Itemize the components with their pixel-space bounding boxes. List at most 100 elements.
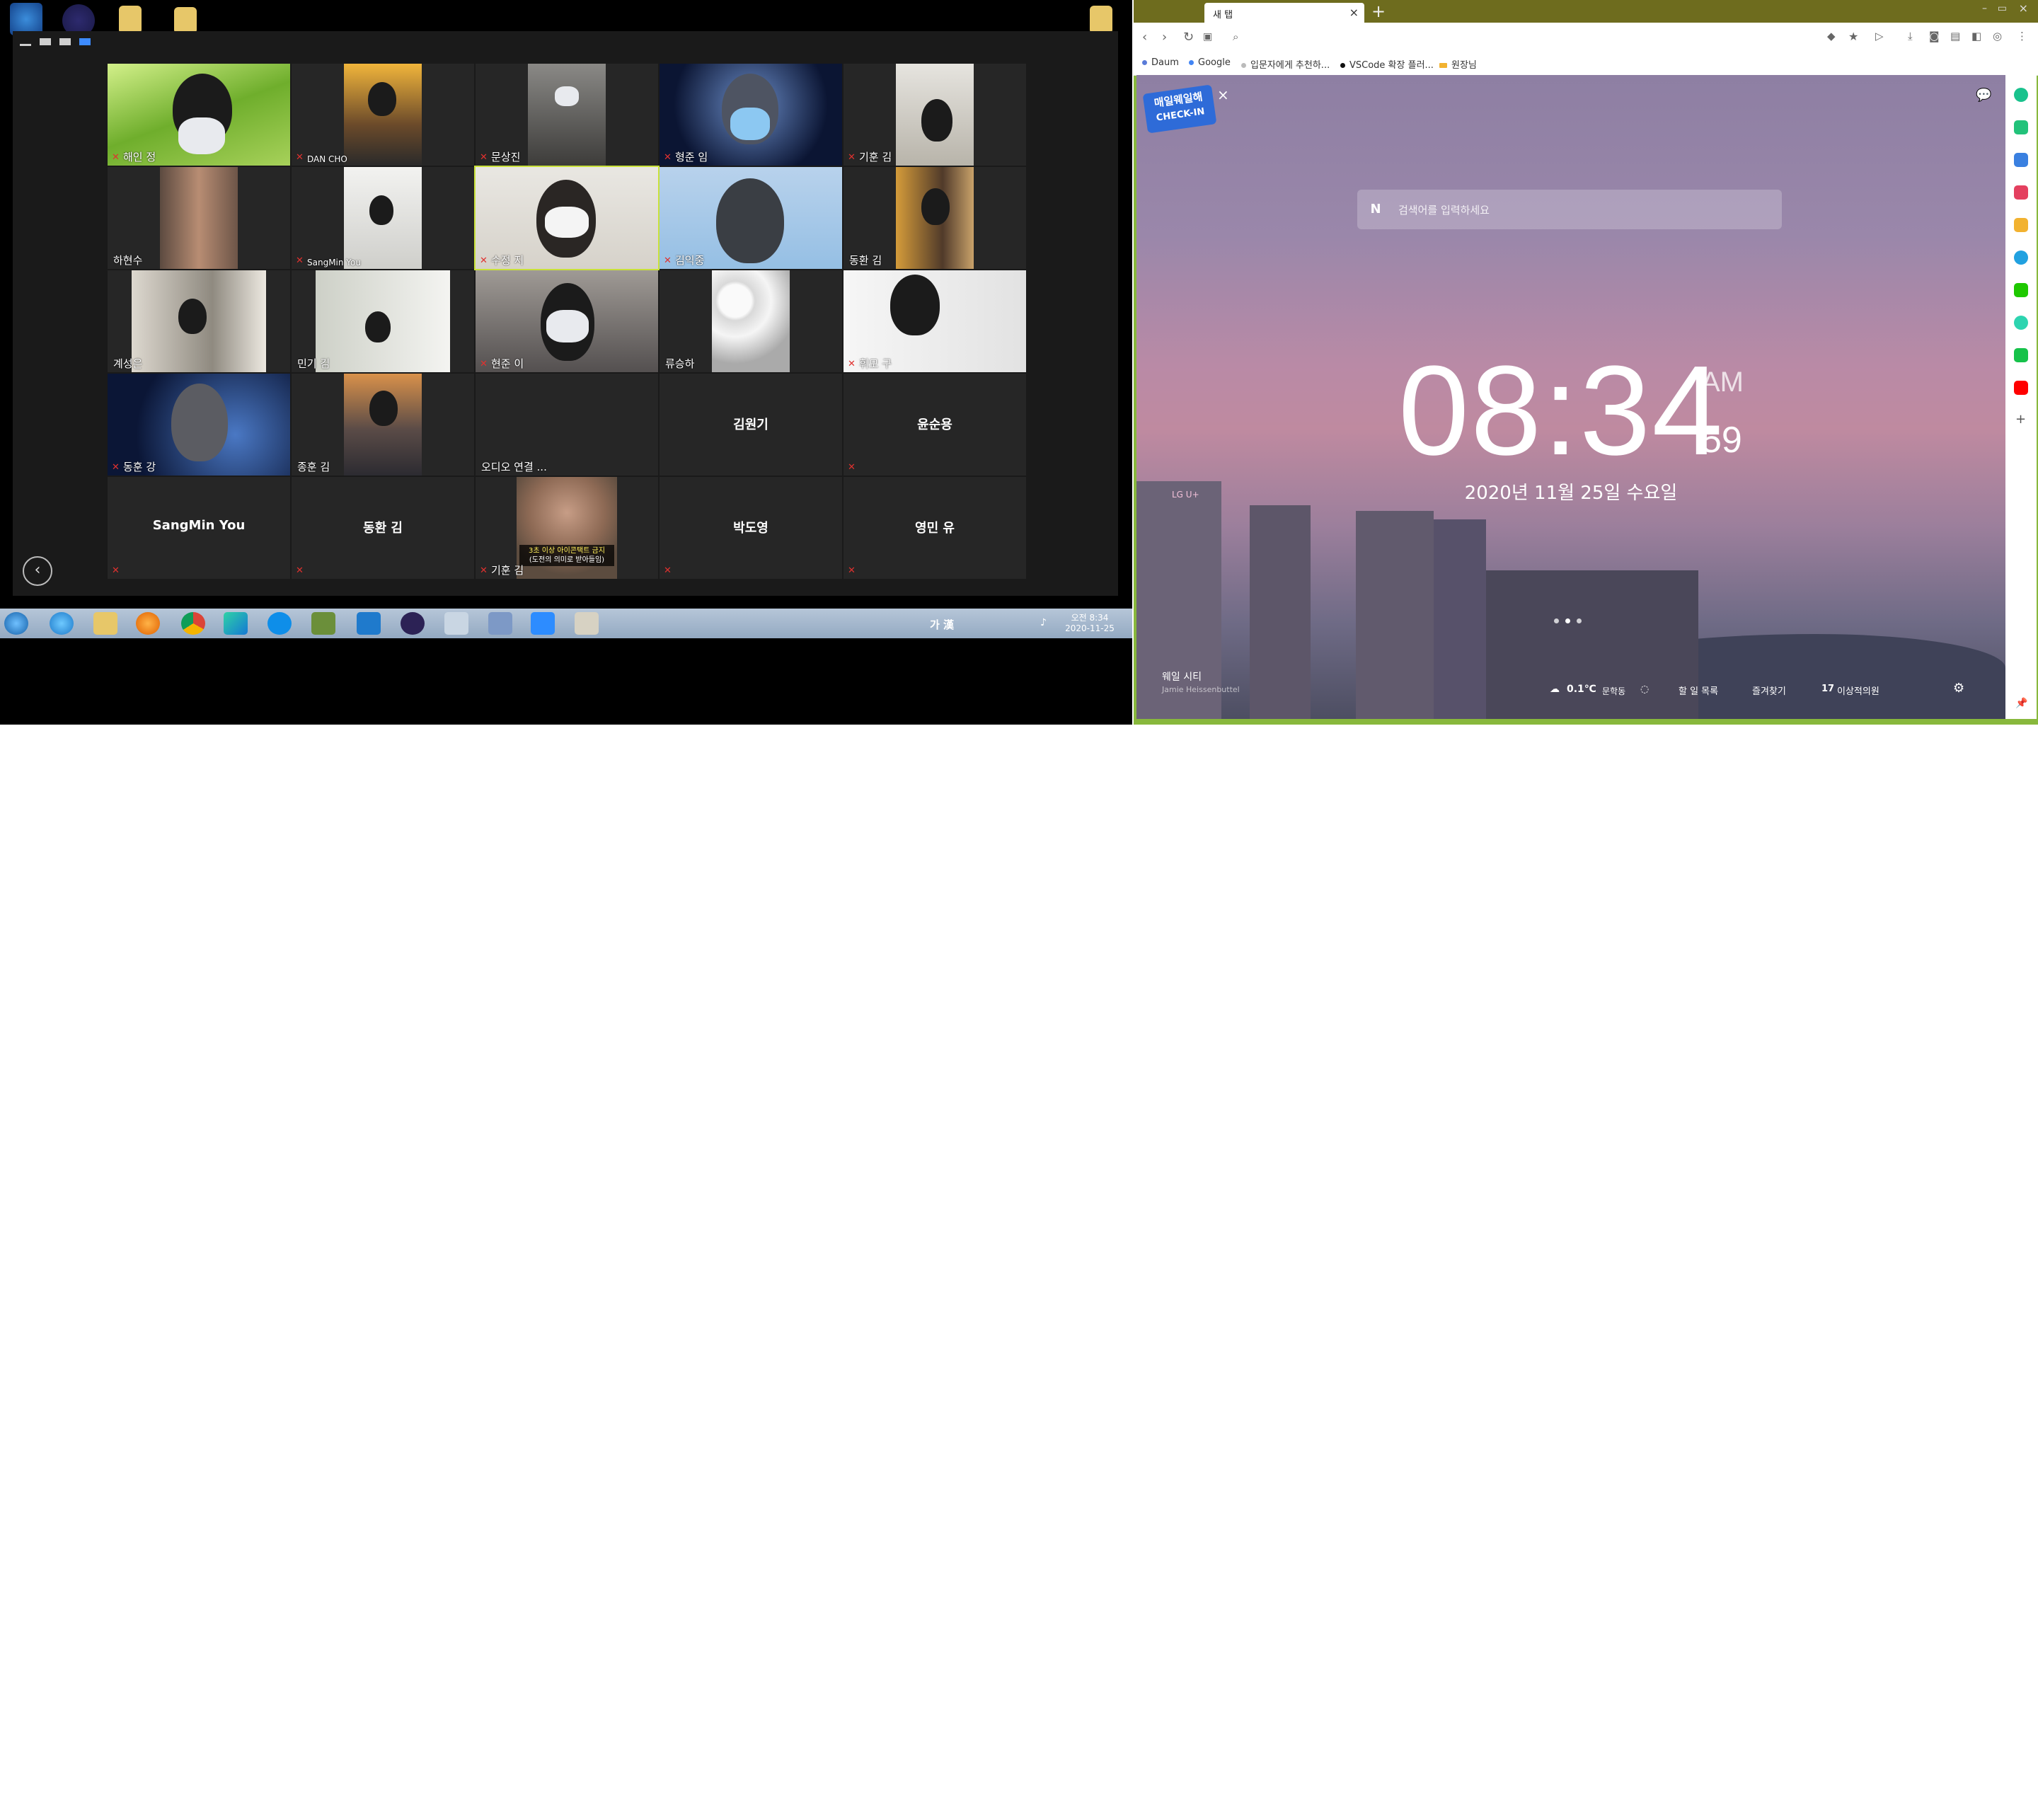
participant-tile[interactable]: 윤순용 ✕ xyxy=(844,374,1026,476)
participant-tile[interactable]: 류승하 xyxy=(660,270,842,372)
calendar-day[interactable]: 17 xyxy=(1821,684,1834,694)
participant-tile[interactable]: ✕ SangMin You xyxy=(292,167,474,269)
daily-checkin-badge[interactable]: 매일웨일해 CHECK-IN xyxy=(1142,84,1217,134)
new-tab-button[interactable]: + xyxy=(1371,1,1386,21)
participant-tile[interactable]: 김원기 xyxy=(660,374,842,476)
participant-tile[interactable]: ✕ 휘모 구 xyxy=(844,270,1026,372)
folder-icon[interactable] xyxy=(1090,6,1112,34)
whale-space-icon[interactable] xyxy=(2014,316,2028,330)
naver-icon[interactable] xyxy=(2014,283,2028,297)
start-button-icon[interactable] xyxy=(4,612,28,635)
speaker-view-icon[interactable] xyxy=(40,38,51,45)
bookmark-google[interactable]: Google xyxy=(1189,57,1231,68)
minimize-icon[interactable]: – xyxy=(1982,3,1987,14)
whale-icon[interactable] xyxy=(2014,88,2028,102)
participant-tile[interactable]: SangMin You ✕ xyxy=(108,477,290,579)
participant-tile[interactable]: ✕ 형준 임 xyxy=(660,64,842,166)
participant-tile[interactable]: 하현수 xyxy=(108,167,290,269)
translate-icon[interactable] xyxy=(2014,250,2028,265)
participant-tile[interactable]: 동환 김 xyxy=(844,167,1026,269)
dust-icon[interactable]: ◌ xyxy=(1640,684,1649,695)
snipping-tool-icon[interactable] xyxy=(444,612,468,635)
vscode-icon[interactable] xyxy=(357,612,381,635)
carousel-dot[interactable] xyxy=(1577,618,1582,623)
bookmark-beginners[interactable]: 입문자에게 추천하... xyxy=(1241,57,1330,71)
participant-tile[interactable]: 종훈 김 xyxy=(292,374,474,476)
pocket-icon[interactable] xyxy=(2014,185,2028,200)
folder-icon[interactable] xyxy=(119,6,142,34)
participant-tile[interactable]: ✕ 현준 이 xyxy=(476,270,658,372)
translate-icon[interactable]: ▤ xyxy=(1950,30,1960,42)
capture-icon[interactable]: ◙ xyxy=(1929,30,1940,42)
eclipse-icon[interactable] xyxy=(401,612,425,635)
favorites-link[interactable]: 즐겨찾기 xyxy=(1752,684,1786,697)
back-icon[interactable]: ‹ xyxy=(1142,30,1147,45)
carousel-dot[interactable] xyxy=(1554,618,1559,623)
reload-icon[interactable]: ↻ xyxy=(1183,30,1194,45)
search-icon[interactable]: ⌕ xyxy=(1233,30,1238,43)
weather-temp[interactable]: 0.1℃ xyxy=(1567,684,1596,695)
carousel-dot[interactable] xyxy=(1565,618,1570,623)
bookmark-vscode[interactable]: VSCode 확장 플러... xyxy=(1340,57,1434,71)
window-close-icon[interactable]: × xyxy=(2019,1,2028,15)
gallery-view-icon[interactable] xyxy=(79,38,91,45)
close-icon[interactable]: × xyxy=(1349,6,1359,19)
teamviewer-icon[interactable] xyxy=(267,612,292,635)
add-icon[interactable]: + xyxy=(2015,412,2026,427)
system-clock[interactable]: 오전 8:34 2020-11-25 xyxy=(1061,613,1118,634)
calendar-event[interactable]: 이상적의원 xyxy=(1837,684,1879,697)
minimize-view-icon[interactable] xyxy=(20,44,31,46)
file-explorer-icon[interactable] xyxy=(93,612,117,635)
strip-view-icon[interactable] xyxy=(59,38,71,45)
chat-icon[interactable]: 💬 xyxy=(1976,88,1991,103)
settings-icon[interactable]: ⚙ xyxy=(1953,681,1964,696)
close-icon[interactable]: × xyxy=(1217,86,1229,103)
bookmark-daum[interactable]: Daum xyxy=(1142,57,1179,68)
participant-tile[interactable]: ✕ 수정 지 xyxy=(474,166,660,270)
menu-icon[interactable]: ⋮ xyxy=(2017,30,2027,42)
participant-tile[interactable]: ✕ 해인 정 xyxy=(108,64,290,166)
zoom-icon[interactable] xyxy=(531,612,555,635)
bookmark-folder[interactable]: 원장님 xyxy=(1439,57,1477,71)
maximize-icon[interactable]: ▭ xyxy=(1998,3,2007,14)
tab-new-tab[interactable]: 새 탭 × xyxy=(1204,3,1364,23)
participant-tile[interactable]: ✕ 김익중 xyxy=(660,167,842,269)
app-icon[interactable] xyxy=(311,612,335,635)
paint-icon[interactable] xyxy=(575,612,599,635)
participant-tile[interactable]: ✕ 기훈 김 xyxy=(844,64,1026,166)
star-icon[interactable]: ★ xyxy=(1848,30,1858,43)
calendar-icon[interactable] xyxy=(2014,153,2028,167)
line-icon[interactable] xyxy=(2014,348,2028,362)
internet-explorer-icon[interactable] xyxy=(50,612,74,635)
participant-tile[interactable]: 영민 유 ✕ xyxy=(844,477,1026,579)
download-icon[interactable]: ⤓ xyxy=(1908,30,1913,42)
chrome-icon[interactable] xyxy=(181,612,205,635)
participant-tile[interactable]: ✕ DAN CHO xyxy=(292,64,474,166)
shield-icon[interactable]: ◆ xyxy=(1827,30,1836,42)
network-tool-icon[interactable] xyxy=(488,612,512,635)
folder-icon[interactable] xyxy=(174,7,197,34)
participant-tile[interactable]: 계성은 xyxy=(108,270,290,372)
search-box[interactable]: N 검색어를 입력하세요 xyxy=(1357,190,1782,229)
weather-location[interactable]: 문학동 xyxy=(1602,685,1625,697)
participant-tile[interactable]: 3초 이상 아이콘택트 금지 (도전의 의미로 받아들임) ✕ 기훈 김 xyxy=(476,477,658,579)
ime-indicator[interactable]: 가 漢 xyxy=(930,617,954,632)
home-icon[interactable]: ▣ xyxy=(1203,31,1212,42)
volume-icon[interactable]: ♪ xyxy=(1040,617,1047,628)
whale-browser-icon[interactable] xyxy=(224,612,248,635)
search-input[interactable]: 검색어를 입력하세요 xyxy=(1398,202,1490,217)
participant-tile[interactable]: 동환 김 ✕ xyxy=(292,477,474,579)
participant-tile[interactable]: ✕ 문상진 xyxy=(476,64,658,166)
previous-page-button[interactable]: ‹ xyxy=(23,556,52,586)
forward-icon[interactable]: › xyxy=(1162,30,1167,45)
pin-icon[interactable]: 📌 xyxy=(2015,698,2027,709)
app-icon[interactable] xyxy=(2014,120,2028,134)
star-icon[interactable] xyxy=(2014,218,2028,232)
participant-tile[interactable]: 민기 김 xyxy=(292,270,474,372)
participant-tile[interactable]: 박도영 ✕ xyxy=(660,477,842,579)
participant-tile[interactable]: 오디오 연결 ... xyxy=(476,374,658,476)
profile-icon[interactable]: ◎ xyxy=(1993,30,2002,42)
sidebar-toggle-icon[interactable]: ◧ xyxy=(1971,30,1981,42)
todo-link[interactable]: 할 일 목록 xyxy=(1679,684,1718,697)
participant-tile[interactable]: ✕ 동훈 강 xyxy=(108,374,290,476)
